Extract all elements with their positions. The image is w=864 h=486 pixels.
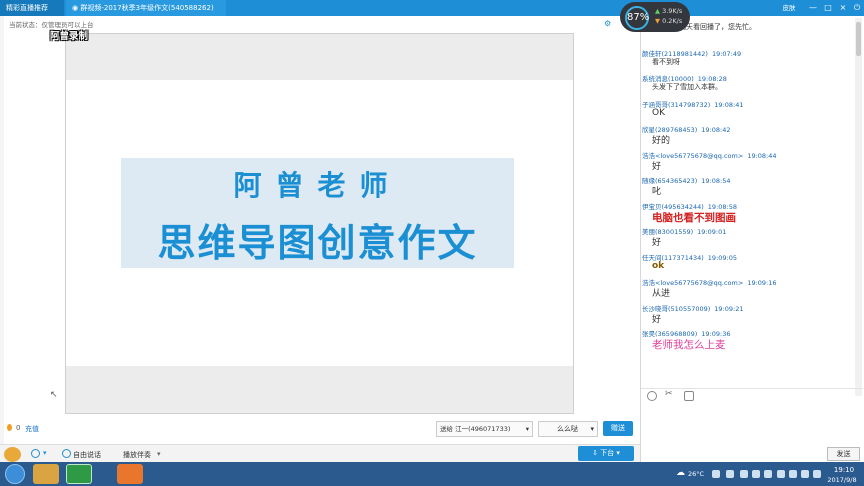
scissors-icon[interactable]: ✂ <box>665 389 673 399</box>
chat-timestamp: 19:09:16 <box>747 279 777 287</box>
chat-timestamp: 19:09:01 <box>697 228 727 236</box>
chat-message-text: 好的 <box>652 136 671 146</box>
free-speech-mode[interactable]: 自由说话 <box>73 450 101 460</box>
recording-watermark: 阿曾录制 <box>50 31 89 42</box>
chat-scroll-thumb[interactable] <box>856 22 861 56</box>
weather-cloud-icon: ☁ <box>676 468 685 478</box>
chat-message-text: 好 <box>652 161 662 172</box>
maximize-button[interactable]: □ <box>821 0 835 16</box>
chat-message-header: 浩浩<love56775678@qq.com> 19:08:44 <box>642 150 777 160</box>
chat-message-text: 从进 <box>652 289 671 299</box>
image-icon[interactable] <box>684 391 694 401</box>
chat-message-text: 叱 <box>652 187 662 197</box>
flower-icon <box>7 424 12 431</box>
chat-username[interactable]: 美丽(83001559) <box>642 228 693 236</box>
tray-app-icon[interactable] <box>764 470 772 478</box>
chat-timestamp: 19:08:54 <box>701 177 731 185</box>
chevron-down-icon: ▾ <box>590 425 594 433</box>
emoji-icon[interactable] <box>647 391 657 401</box>
tab-live-recommend[interactable]: 精彩直播推荐 <box>0 0 64 16</box>
memory-percent: 87% <box>625 6 649 30</box>
mic-select-value: 江一(496071733) <box>455 425 511 433</box>
tab-group-label: 群视频-2017秋季3年级作文(540588262) <box>80 4 214 12</box>
chat-message-text: 看不到呀 <box>652 57 680 66</box>
slide-teacher-name: 阿曾老师 <box>233 169 402 202</box>
download-speed: ▼ 0.2K/s <box>655 17 682 25</box>
minimize-button[interactable]: — <box>806 0 820 16</box>
chat-username[interactable]: 随缘(654365423) <box>642 177 697 185</box>
flag-icon[interactable] <box>777 470 785 478</box>
network-icon[interactable] <box>789 470 797 478</box>
clock-date[interactable]: 2017/9/8 <box>822 476 862 484</box>
chat-timestamp: 19:08:41 <box>714 100 744 109</box>
avatar[interactable] <box>4 447 21 462</box>
chevron-down-icon[interactable]: ▾ <box>43 449 47 457</box>
download-speed-value: 0.2K/s <box>662 17 683 25</box>
send-gift-button[interactable]: 赠送 <box>603 421 633 436</box>
chat-message-text: 好 <box>652 238 662 248</box>
gift-select[interactable]: 么么哒 ▾ <box>538 421 598 437</box>
mic-user-select[interactable]: 送给 江一(496071733) ▾ <box>436 421 533 437</box>
chat-message-text: 头发下了雪加入本群。 <box>652 83 722 91</box>
send-button[interactable]: 发送 <box>827 447 860 461</box>
chat-timestamp: 19:07:49 <box>711 49 742 58</box>
play-accompaniment[interactable]: 播放伴奏 <box>123 450 151 460</box>
volume-icon[interactable] <box>801 470 809 478</box>
chat-message-text: 老师我怎么上麦 <box>652 339 726 351</box>
slide-title: 思维导图创意作文 <box>157 221 478 265</box>
green-app-icon[interactable] <box>66 464 92 484</box>
gift-label: 么么哒 <box>557 425 578 433</box>
upload-speed-value: 3.9K/s <box>662 7 683 15</box>
settings-icon[interactable]: ⚙ <box>604 19 611 28</box>
flower-count: 0 <box>16 424 21 432</box>
leave-stage-button[interactable]: ⇩ 下台 ▾ <box>578 446 634 461</box>
presentation-app-icon[interactable] <box>117 464 143 484</box>
chat-toolbar <box>641 388 863 404</box>
chevron-down-icon[interactable]: ▾ <box>157 450 161 458</box>
chat-message-text: 电脑也看不到图画 <box>652 211 736 224</box>
chat-scrollbar[interactable] <box>855 18 862 396</box>
tab-live-label: 精彩直播推荐 <box>6 4 48 12</box>
weather-temperature: 26°C <box>688 470 705 478</box>
shield-icon[interactable] <box>726 470 734 478</box>
chat-message-text: OK <box>652 107 665 118</box>
left-edge-handle <box>0 16 4 446</box>
file-explorer-icon[interactable] <box>33 464 59 484</box>
chat-message-text: 好 <box>652 314 662 325</box>
tab-group-video[interactable]: ◉ 群视频-2017秋季3年级作文(540588262) <box>66 0 226 16</box>
tray-app-icon[interactable] <box>740 470 748 478</box>
mouse-cursor-icon: ↖ <box>50 390 58 400</box>
chat-timestamp: 19:08:44 <box>747 151 777 160</box>
chat-timestamp: 19:08:42 <box>701 126 731 134</box>
skin-button[interactable]: 皮肤 <box>780 0 798 16</box>
tray-app-icon[interactable] <box>752 470 760 478</box>
chat-timestamp: 19:09:05 <box>707 253 737 262</box>
leave-stage-label: 下台 <box>600 449 615 457</box>
chevron-down-icon: ▾ <box>525 425 529 433</box>
upload-speed: ▲ 3.9K/s <box>655 7 682 15</box>
chat-message-text: ok <box>652 260 665 271</box>
tray-app-icon[interactable] <box>712 470 720 478</box>
mic-select-prefix: 送给 <box>440 425 456 433</box>
start-button[interactable] <box>5 464 25 484</box>
arrow-down-icon: ⇩ <box>592 449 601 457</box>
clock-time[interactable]: 19:10 <box>826 466 862 474</box>
chevron-down-icon: ▾ <box>616 449 620 457</box>
keyboard-icon[interactable] <box>813 470 821 478</box>
close-button[interactable]: × <box>836 0 850 16</box>
free-speech-icon <box>62 449 71 458</box>
chat-timestamp: 19:09:21 <box>714 304 744 313</box>
recharge-link[interactable]: 充值 <box>25 424 39 434</box>
microphone-icon[interactable] <box>31 449 40 458</box>
power-icon[interactable]: ⏻ <box>850 0 864 16</box>
